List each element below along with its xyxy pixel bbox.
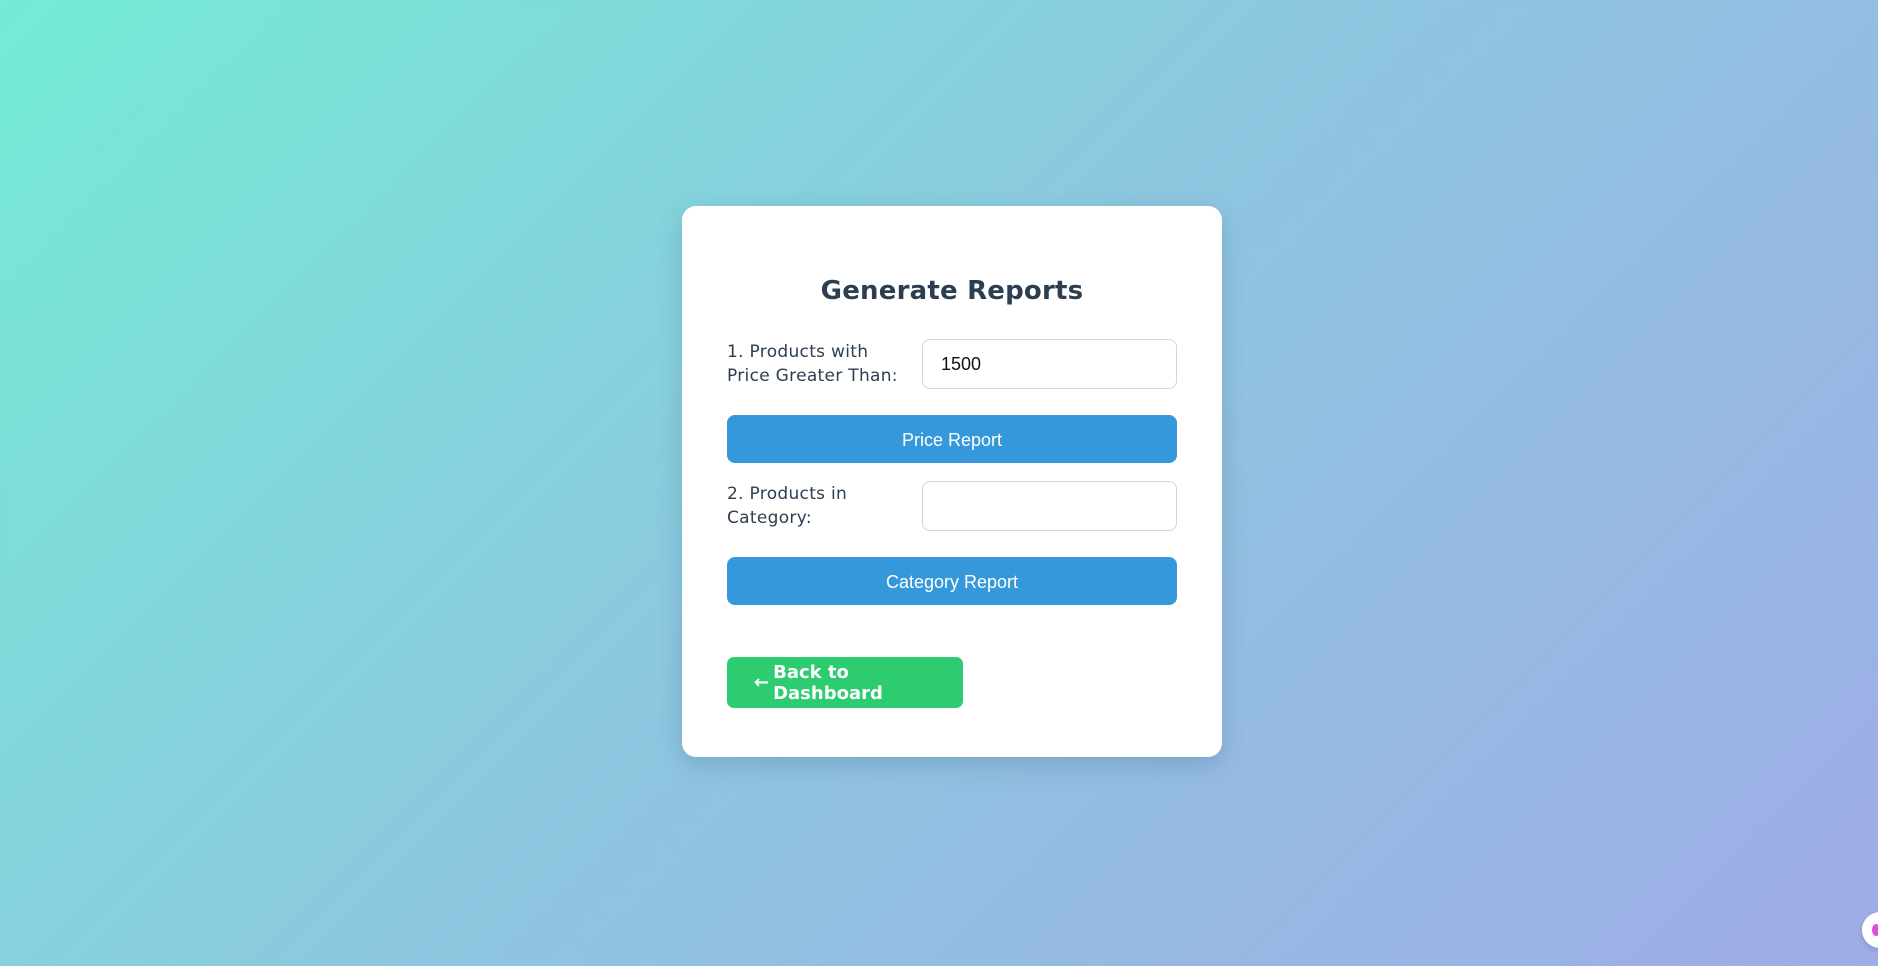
price-threshold-input[interactable]	[922, 339, 1177, 389]
price-report-button[interactable]: Price Report	[727, 415, 1177, 463]
report-card: Generate Reports 1. Products with Price …	[682, 206, 1222, 757]
category-input[interactable]	[922, 481, 1177, 531]
category-report-button[interactable]: Category Report	[727, 557, 1177, 605]
price-threshold-label: 1. Products with Price Greater Than:	[727, 342, 898, 386]
back-button-label: Back to Dashboard	[773, 661, 883, 704]
back-to-dashboard-button[interactable]: ← Back to Dashboard	[727, 657, 963, 708]
left-arrow-icon: ←	[754, 672, 770, 693]
category-filter-row: 2. Products in Category:	[727, 481, 1177, 531]
assistant-widget-icon[interactable]	[1862, 912, 1878, 948]
category-label: 2. Products in Category:	[727, 484, 848, 528]
page-title: Generate Reports	[820, 276, 1084, 306]
price-filter-row: 1. Products with Price Greater Than:	[727, 339, 1177, 389]
